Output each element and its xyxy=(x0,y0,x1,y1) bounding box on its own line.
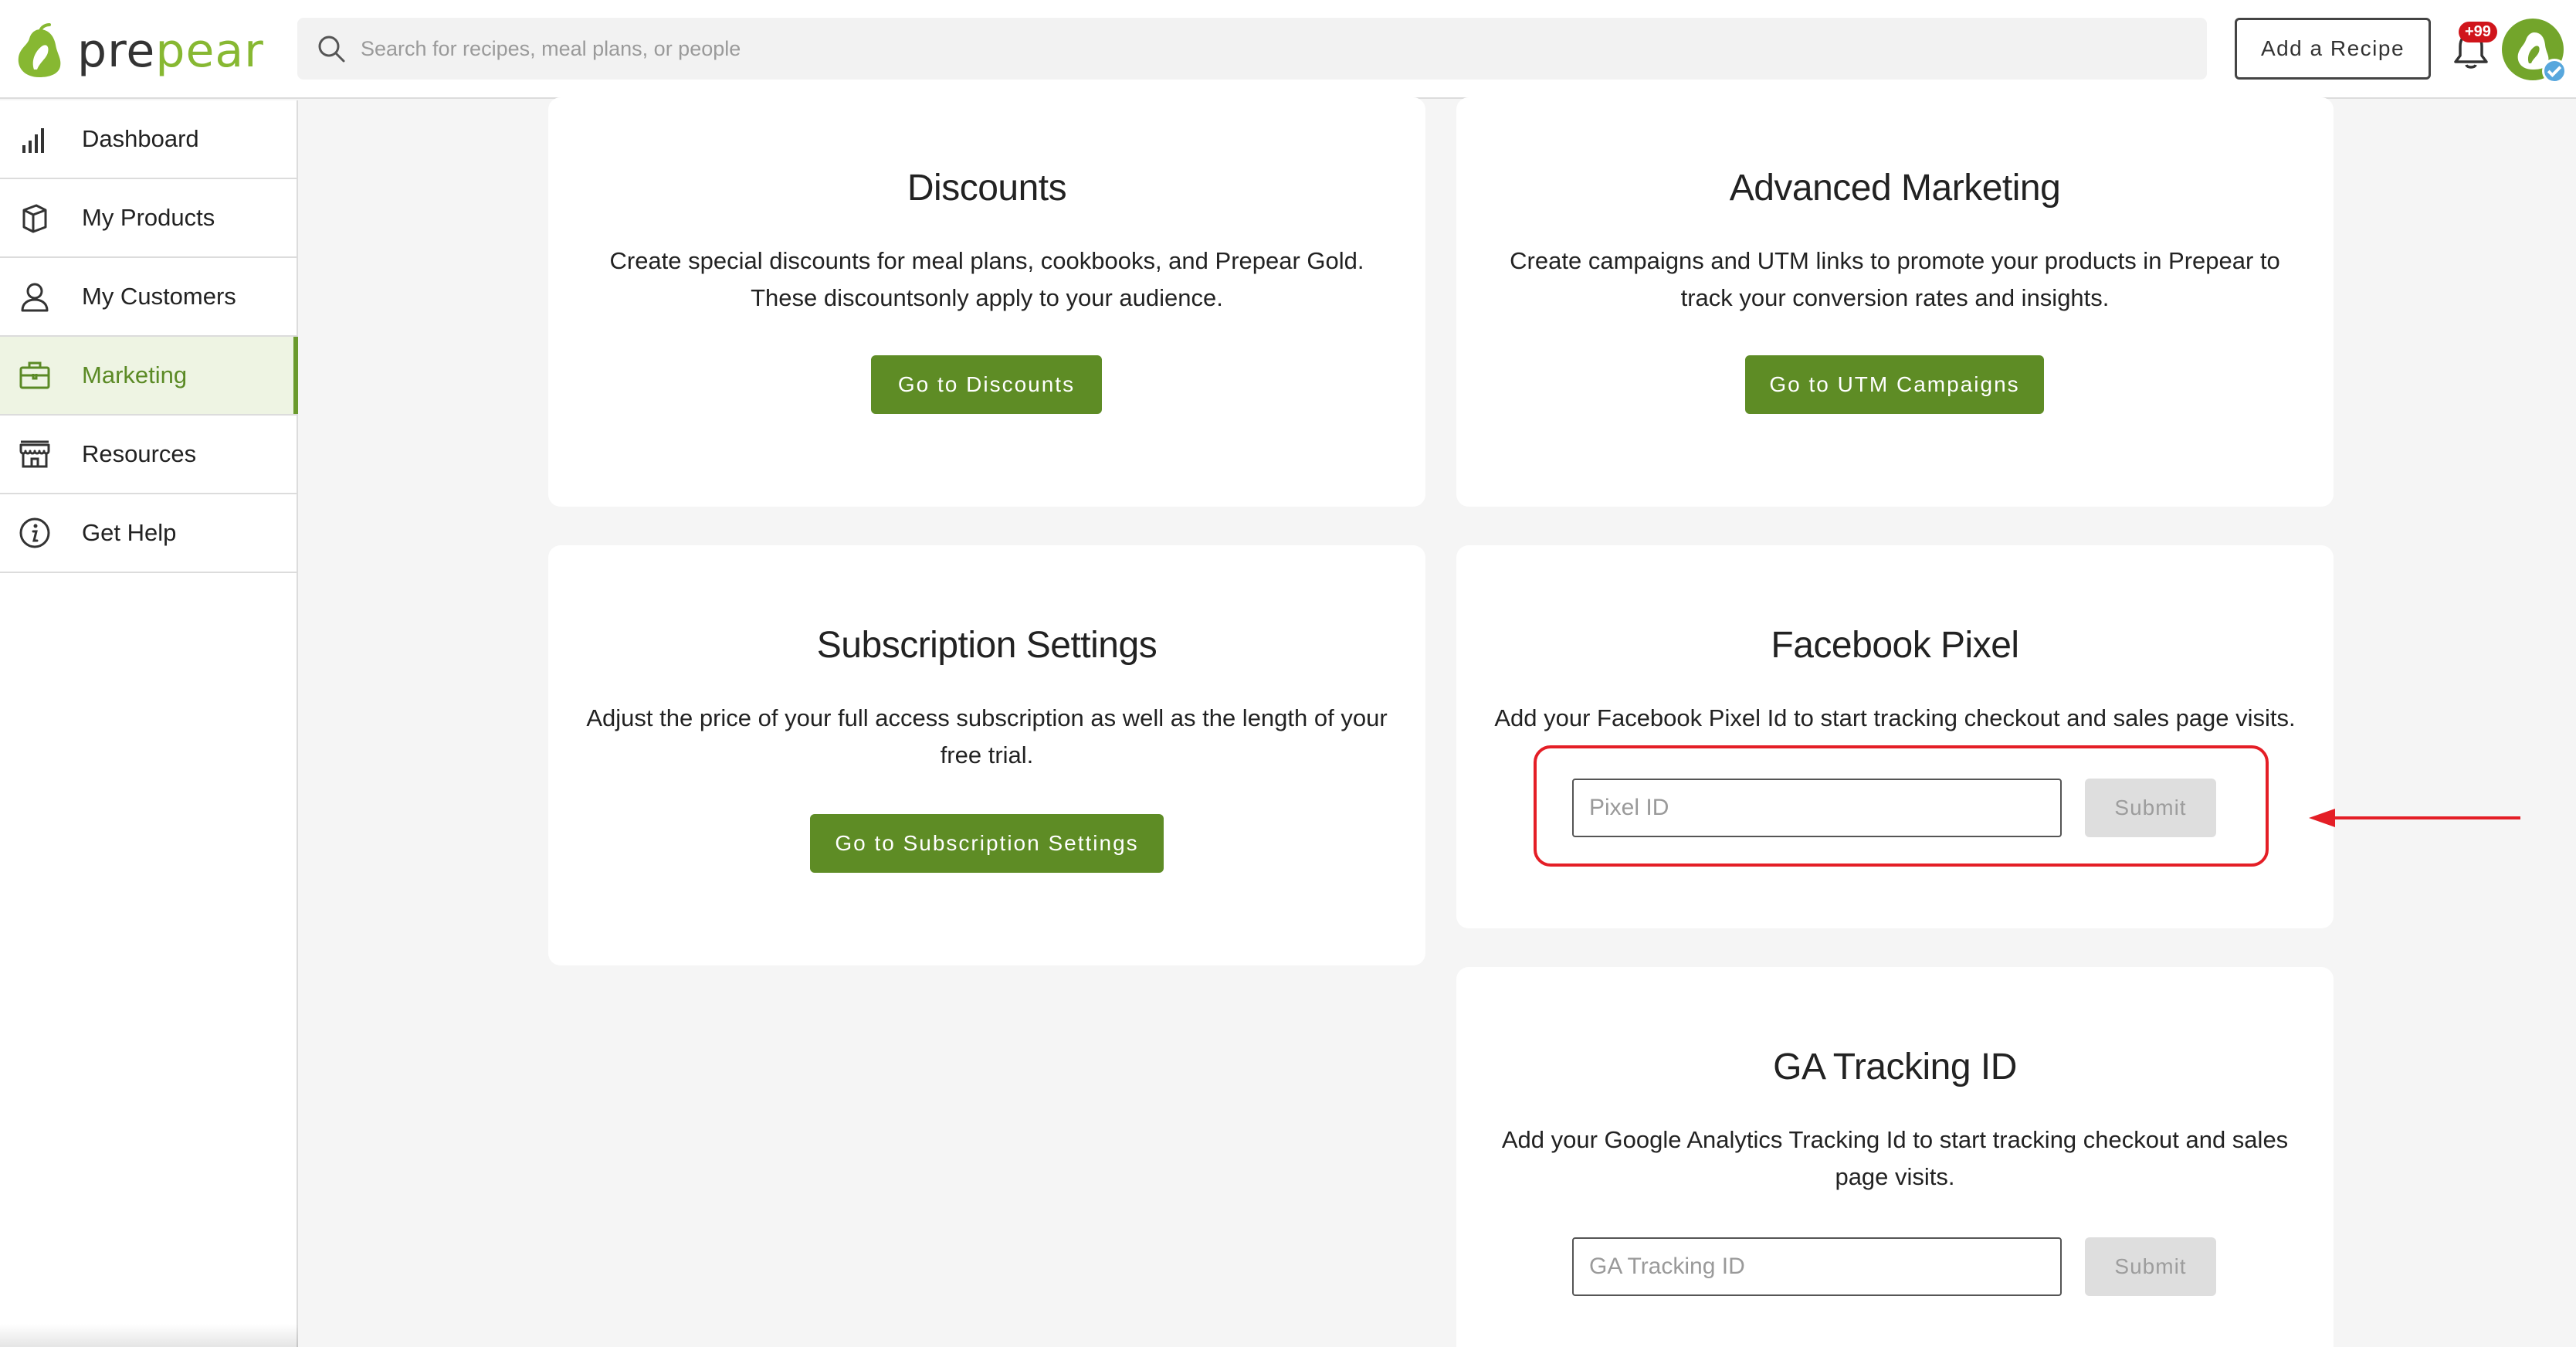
card-title: Subscription Settings xyxy=(816,625,1158,666)
notifications-button[interactable]: +99 xyxy=(2449,22,2497,71)
storefront-icon xyxy=(15,435,54,473)
notification-badge: +99 xyxy=(2459,22,2497,42)
sidebar-item-my-customers[interactable]: My Customers xyxy=(0,258,297,337)
subscription-settings-card: Subscription Settings Adjust the price o… xyxy=(548,545,1425,965)
sidebar-item-marketing[interactable]: Marketing xyxy=(0,337,298,416)
sidebar-item-label: Get Help xyxy=(82,519,177,546)
info-icon xyxy=(15,514,54,552)
sidebar-item-label: Marketing xyxy=(82,361,188,388)
user-icon xyxy=(15,277,54,316)
verified-check-icon xyxy=(2542,59,2567,83)
card-description-line: Add your Google Analytics Tracking Id to… xyxy=(1501,1126,2289,1153)
briefcase-icon xyxy=(15,356,54,395)
ga-tracking-card: GA Tracking ID Add your Google Analytics… xyxy=(1456,967,2334,1347)
annotation-arrow-icon xyxy=(2309,809,2520,827)
search-icon xyxy=(318,36,345,63)
sidebar-item-get-help[interactable]: Get Help xyxy=(0,494,297,573)
ga-submit-button[interactable]: Submit xyxy=(2085,1237,2216,1296)
sidebar-item-label: Dashboard xyxy=(82,125,199,152)
logo-wordmark: prepear xyxy=(77,24,264,78)
sidebar-item-dashboard[interactable]: Dashboard xyxy=(0,100,297,179)
card-description-line: page visits. xyxy=(1835,1163,1955,1190)
sidebar-item-resources[interactable]: Resources xyxy=(0,416,297,494)
bar-chart-icon xyxy=(15,120,54,158)
card-description-line: Create campaigns and UTM links to promot… xyxy=(1510,247,2280,274)
card-description-line: Create special discounts for meal plans,… xyxy=(609,247,1364,274)
card-title: Facebook Pixel xyxy=(1771,625,2019,666)
card-description-line: Add your Facebook Pixel Id to start trac… xyxy=(1494,704,2296,731)
sidebar-item-label: My Products xyxy=(82,204,215,231)
top-header: prepear Search for recipes, meal plans, … xyxy=(0,0,2576,99)
card-description-line: These discountsonly apply to your audien… xyxy=(751,284,1223,311)
prepear-logo[interactable]: prepear xyxy=(14,23,264,79)
search-bar[interactable]: Search for recipes, meal plans, or peopl… xyxy=(297,18,2207,80)
sidebar: Dashboard My Products My Customers Marke… xyxy=(0,100,298,1347)
card-description-line: track your conversion rates and insights… xyxy=(1680,284,2110,311)
card-title: GA Tracking ID xyxy=(1773,1047,2017,1087)
card-title: Discounts xyxy=(907,168,1067,209)
go-to-utm-campaigns-button[interactable]: Go to UTM Campaigns xyxy=(1745,355,2044,414)
pear-logo-icon xyxy=(18,23,61,77)
search-input[interactable]: Search for recipes, meal plans, or peopl… xyxy=(361,37,741,61)
discounts-card: Discounts Create special discounts for m… xyxy=(548,97,1425,507)
highlight-box xyxy=(1534,745,2269,867)
box-icon xyxy=(15,198,54,237)
add-recipe-button[interactable]: Add a Recipe xyxy=(2235,18,2431,80)
card-title: Advanced Marketing xyxy=(1729,168,2061,209)
card-description-line: Adjust the price of your full access sub… xyxy=(586,704,1388,731)
sidebar-item-my-products[interactable]: My Products xyxy=(0,179,297,258)
advanced-marketing-card: Advanced Marketing Create campaigns and … xyxy=(1456,97,2334,507)
sidebar-item-label: My Customers xyxy=(82,283,236,310)
user-avatar[interactable] xyxy=(2502,19,2567,83)
card-description-line: free trial. xyxy=(940,741,1034,769)
ga-tracking-id-input[interactable]: GA Tracking ID xyxy=(1572,1237,2062,1296)
sidebar-bottom-shadow xyxy=(0,1324,298,1347)
sidebar-item-label: Resources xyxy=(82,440,197,467)
go-to-subscription-settings-button[interactable]: Go to Subscription Settings xyxy=(810,814,1164,873)
facebook-pixel-card: Facebook Pixel Add your Facebook Pixel I… xyxy=(1456,545,2334,928)
go-to-discounts-button[interactable]: Go to Discounts xyxy=(871,355,1102,414)
